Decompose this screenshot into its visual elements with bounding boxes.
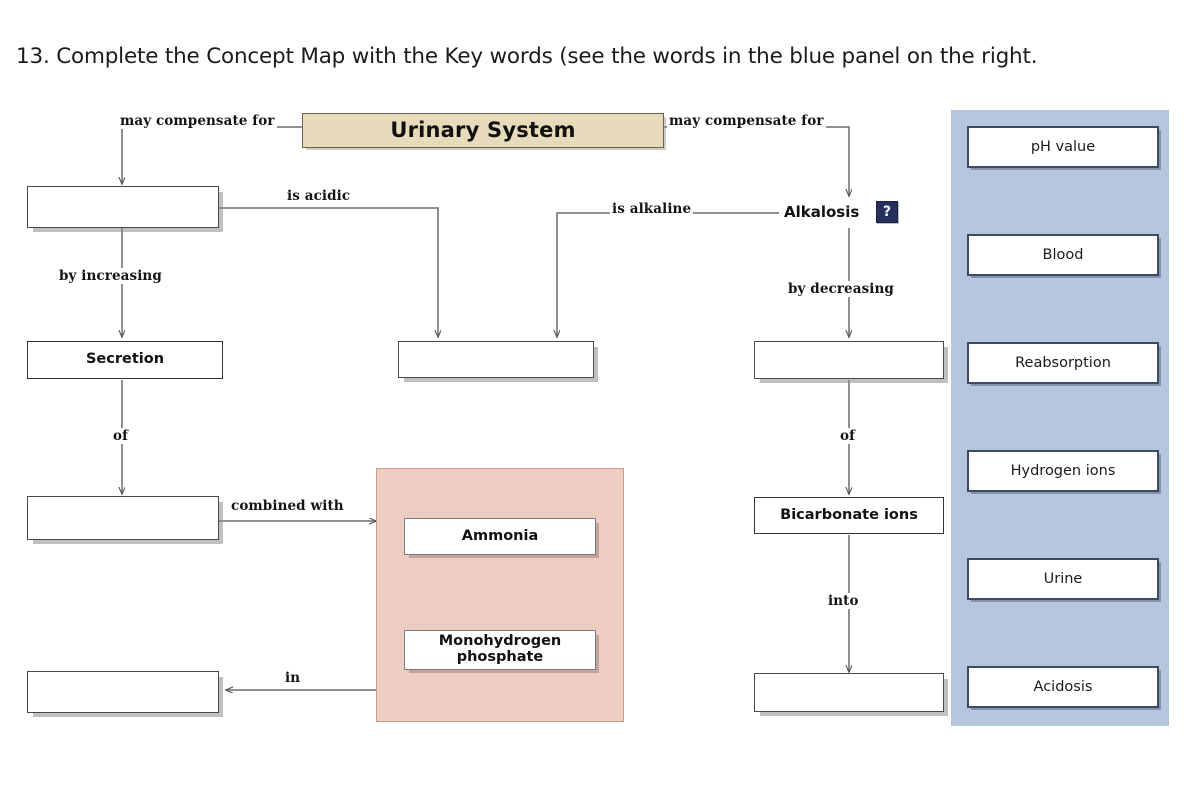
key-item-blood[interactable]: Blood <box>967 234 1159 276</box>
link-label-combined-with: combined with <box>229 498 346 514</box>
link-label-into: into <box>826 593 861 609</box>
key-item-hydrogen-ions[interactable]: Hydrogen ions <box>967 450 1159 492</box>
answer-blank-left-top[interactable] <box>27 186 219 228</box>
node-alkalosis: Alkalosis <box>784 203 860 221</box>
node-ammonia: Ammonia <box>404 518 596 555</box>
node-bicarbonate-ions: Bicarbonate ions <box>754 497 944 534</box>
answer-blank-left-middle[interactable] <box>27 496 219 540</box>
help-question-badge[interactable]: ? <box>876 201 898 223</box>
answer-blank-left-bottom[interactable] <box>27 671 219 713</box>
link-label-is-acidic: is acidic <box>285 188 353 204</box>
key-words-panel <box>951 110 1169 726</box>
link-label-by-increasing: by increasing <box>57 268 164 284</box>
reactant-group-panel <box>376 468 624 722</box>
answer-blank-center[interactable] <box>398 341 594 378</box>
node-urinary-system: Urinary System <box>302 113 664 148</box>
link-label-is-alkaline: is alkaline <box>610 201 694 217</box>
worksheet-page: 13. Complete the Concept Map with the Ke… <box>0 0 1200 794</box>
key-item-acidosis[interactable]: Acidosis <box>967 666 1159 708</box>
key-item-reabsorption[interactable]: Reabsorption <box>967 342 1159 384</box>
node-secretion: Secretion <box>27 341 223 379</box>
answer-blank-right-bottom[interactable] <box>754 673 944 712</box>
link-label-of-right: of <box>838 428 858 444</box>
link-label-may-compensate-for-left: may compensate for <box>118 113 277 129</box>
link-label-by-decreasing: by decreasing <box>786 281 896 297</box>
key-item-ph-value[interactable]: pH value <box>967 126 1159 168</box>
link-label-may-compensate-for-right: may compensate for <box>667 113 826 129</box>
answer-blank-right-top[interactable] <box>754 341 944 379</box>
key-item-urine[interactable]: Urine <box>967 558 1159 600</box>
link-label-in: in <box>283 670 303 686</box>
link-label-of-left: of <box>111 428 131 444</box>
node-monohydrogen-phosphate: Monohydrogen phosphate <box>404 630 596 670</box>
